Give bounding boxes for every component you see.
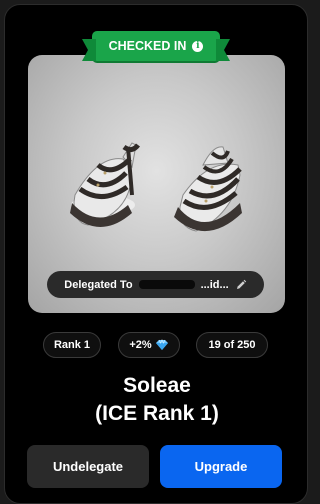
info-icon[interactable]: i bbox=[192, 40, 204, 52]
badge-label: CHECKED IN bbox=[108, 39, 187, 53]
diamond-icon bbox=[155, 339, 168, 350]
undelegate-button[interactable]: Undelegate bbox=[27, 445, 149, 488]
delegated-label: Delegated To bbox=[64, 278, 133, 291]
left-sandal bbox=[70, 142, 140, 227]
bonus-label: +2% bbox=[129, 339, 152, 351]
delegated-address-suffix: ...id... bbox=[200, 278, 229, 291]
upgrade-button[interactable]: Upgrade bbox=[160, 445, 282, 488]
right-sandal bbox=[174, 146, 242, 232]
pencil-icon[interactable] bbox=[235, 279, 247, 291]
rank-label: Rank 1 bbox=[53, 339, 91, 351]
checked-in-badge: CHECKED IN i bbox=[82, 31, 230, 61]
redacted-address bbox=[138, 280, 195, 289]
bonus-chip: +2% bbox=[118, 332, 180, 358]
supply-label: 19 of 250 bbox=[208, 339, 256, 351]
item-stats: Rank 1 +2% 19 of 250 bbox=[0, 332, 314, 358]
delegated-to-pill[interactable]: Delegated To ...id... bbox=[47, 271, 264, 298]
supply-chip: 19 of 250 bbox=[196, 332, 268, 358]
item-title: Soleae (ICE Rank 1) bbox=[0, 372, 314, 428]
item-name: Soleae bbox=[123, 374, 191, 397]
rank-chip: Rank 1 bbox=[43, 332, 101, 358]
item-rank-subtitle: (ICE Rank 1) bbox=[95, 402, 219, 425]
